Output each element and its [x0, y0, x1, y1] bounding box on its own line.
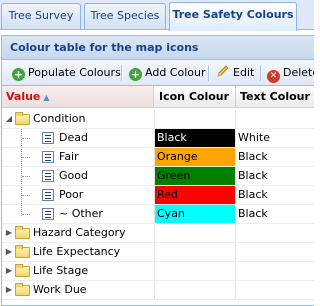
icon-colour-cell: Cyan	[155, 205, 236, 223]
text-colour-cell: Black	[238, 207, 268, 220]
list-document-icon	[42, 151, 54, 163]
icon-colour-cell: Black	[155, 129, 236, 147]
text-colour-cell	[236, 224, 314, 242]
expand-arrow-icon[interactable]: ▶	[4, 243, 14, 261]
tree-connector	[22, 176, 30, 177]
value-cell: ▶ Hazard Category	[2, 224, 155, 242]
icon-colour-cell	[155, 262, 236, 280]
text-colour-cell	[236, 262, 314, 280]
group-label: Life Stage	[33, 264, 89, 277]
icon-colour-cell	[155, 224, 236, 242]
tree-leaf-row-fair[interactable]: Fair Orange Black	[2, 148, 314, 167]
value-cell: ▶ Life Stage	[2, 262, 155, 280]
tab-bar: Tree Survey Tree Species Tree Safety Col…	[0, 0, 314, 31]
icon-colour-cell	[155, 110, 236, 128]
text-colour-cell: White	[238, 131, 270, 144]
tab-tree-safety-colours[interactable]: Tree Safety Colours	[169, 2, 297, 31]
value-cell: Dead	[2, 129, 155, 147]
group-label: Life Expectancy	[33, 245, 121, 258]
tree-leaf-row-poor[interactable]: Poor Red Black	[2, 186, 314, 205]
folder-icon	[15, 264, 30, 277]
text-colour-cell	[236, 281, 314, 299]
value-cell: Good	[2, 167, 155, 185]
tree-connector	[22, 157, 30, 158]
column-header-icon-colour[interactable]: Icon Colour	[155, 86, 236, 107]
text-colour-cell	[236, 243, 314, 261]
value-cell: Poor	[2, 186, 155, 204]
tree-leaf-row-dead[interactable]: Dead Black White	[2, 129, 314, 148]
tree-group-row-life-stage[interactable]: ▶ Life Stage	[2, 262, 314, 281]
list-document-icon	[42, 170, 54, 182]
icon-colour-cell	[155, 243, 236, 261]
pencil-icon	[216, 65, 230, 78]
folder-icon	[15, 245, 30, 258]
populate-colours-label: Populate Colours	[28, 66, 121, 79]
delete-icon: ✕	[267, 70, 280, 83]
delete-button[interactable]: ✕Delete	[267, 64, 314, 83]
value-cell: Fair	[2, 148, 155, 166]
group-label: Hazard Category	[33, 226, 126, 239]
sort-ascending-icon: ▲	[43, 93, 50, 102]
text-colour-cell	[236, 110, 314, 128]
leaf-label: ~ Other	[59, 207, 103, 220]
expand-arrow-icon[interactable]: ▶	[4, 262, 14, 280]
add-icon: +	[12, 68, 25, 81]
folder-icon	[15, 226, 30, 239]
list-document-icon	[42, 189, 54, 201]
text-colour-cell: Black	[238, 150, 268, 163]
tree-group-row-work-due[interactable]: ▶ Work Due	[2, 281, 314, 300]
toolbar-separator	[260, 65, 262, 81]
tab-tree-species[interactable]: Tree Species	[84, 3, 166, 29]
tree-connector	[22, 195, 30, 196]
add-icon: +	[129, 68, 142, 81]
group-label: Condition	[33, 112, 86, 125]
icon-colour-cell: Red	[155, 186, 236, 204]
add-colour-button[interactable]: + Add Colour	[129, 64, 205, 82]
edit-label: Edit	[233, 66, 255, 79]
expand-arrow-icon[interactable]: ▶	[4, 224, 14, 242]
list-document-icon	[42, 208, 54, 220]
delete-label: Delete	[283, 66, 314, 79]
folder-icon	[15, 283, 30, 296]
text-colour-cell: Black	[238, 188, 268, 201]
tree-connector	[22, 214, 30, 215]
value-cell: ▶ Life Expectancy	[2, 243, 155, 261]
leaf-label: Fair	[59, 150, 79, 163]
toolbar: + Populate Colours + Add Colour Edit ✕ Dele…	[2, 60, 314, 86]
value-cell: ▶ Work Due	[2, 281, 155, 299]
colour-table-panel: Colour table for the map icons + Populate…	[1, 35, 314, 306]
collapse-arrow-icon[interactable]: ◢	[4, 110, 14, 128]
tree-connector	[22, 138, 30, 139]
panel-title: Colour table for the map icons	[2, 36, 314, 60]
icon-colour-cell: Orange	[155, 148, 236, 166]
toolbar-separator	[208, 65, 210, 81]
edit-button[interactable]: Edit	[216, 64, 254, 82]
folder-open-icon	[15, 112, 30, 125]
column-header-text-colour[interactable]: Text Colour	[236, 86, 314, 107]
tree-group-row-condition[interactable]: ◢ Condition	[2, 110, 314, 129]
tree-leaf-row-other[interactable]: ~ Other Cyan Black	[2, 205, 314, 224]
tree-group-row-hazard-category[interactable]: ▶ Hazard Category	[2, 224, 314, 243]
tree-leaf-row-good[interactable]: Good Green Black	[2, 167, 314, 186]
grid-header: Value ▲ Icon Colour Text Colour	[2, 86, 314, 108]
leaf-label: Dead	[59, 131, 88, 144]
toolbar-separator	[121, 65, 123, 81]
tree-group-row-life-expectancy[interactable]: ▶ Life Expectancy	[2, 243, 314, 262]
column-header-value[interactable]: Value ▲	[2, 86, 154, 107]
leaf-label: Good	[59, 169, 88, 182]
list-document-icon	[42, 132, 54, 144]
column-header-value-label: Value	[6, 90, 41, 103]
text-colour-cell: Black	[238, 169, 268, 182]
icon-colour-cell: Green	[155, 167, 236, 185]
group-label: Work Due	[33, 283, 87, 296]
icon-colour-cell	[155, 281, 236, 299]
tab-tree-survey[interactable]: Tree Survey	[1, 3, 81, 29]
expand-arrow-icon[interactable]: ▶	[4, 281, 14, 299]
value-cell: ~ Other	[2, 205, 155, 223]
add-colour-label: Add Colour	[145, 66, 206, 79]
value-cell: ◢ Condition	[2, 110, 155, 128]
populate-colours-button[interactable]: + Populate Colours	[12, 64, 121, 82]
leaf-label: Poor	[59, 188, 84, 201]
